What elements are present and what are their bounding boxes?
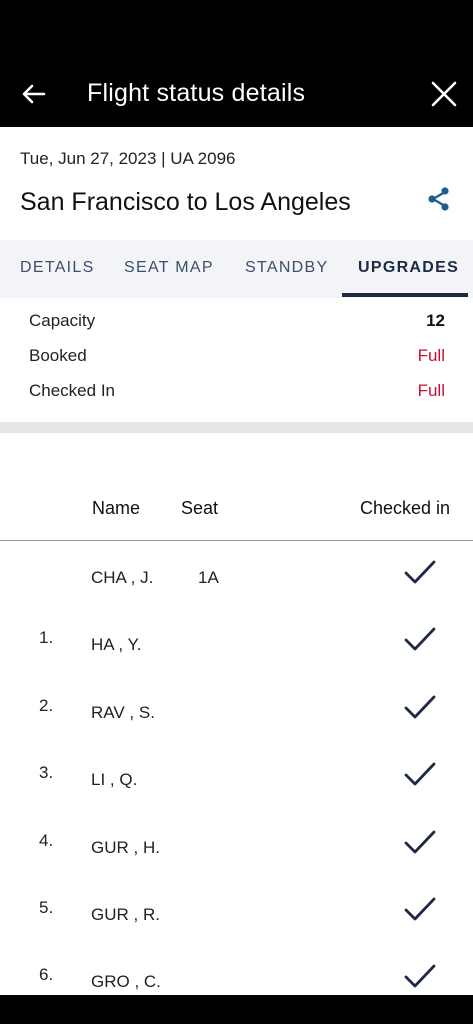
tab-standby[interactable]: STANDBY xyxy=(245,259,328,277)
column-header-seat: Seat xyxy=(181,498,219,518)
passenger-name: GUR , H. xyxy=(91,838,160,857)
passenger-name: CHA , J. xyxy=(91,568,154,587)
checked-in-label: Checked In xyxy=(29,381,115,400)
section-divider xyxy=(0,422,473,433)
checkmark-icon xyxy=(404,762,436,786)
checkmark-icon xyxy=(404,627,436,651)
booked-value: Full xyxy=(417,346,445,365)
status-bar xyxy=(0,0,473,62)
tab-upgrades[interactable]: UPGRADES xyxy=(358,259,459,277)
tab-bar: DETAILS SEAT MAP STANDBY UPGRADES xyxy=(0,240,473,298)
row-index: 6. xyxy=(39,965,54,984)
tab-seat-map[interactable]: SEAT MAP xyxy=(124,259,214,277)
capacity-label: Capacity xyxy=(29,311,96,330)
passenger-seat: 1A xyxy=(198,568,219,587)
checkmark-icon xyxy=(404,695,436,719)
row-index: 2. xyxy=(39,696,54,715)
active-tab-indicator xyxy=(342,293,468,297)
passenger-name: RAV , S. xyxy=(91,703,155,722)
checkmark-icon xyxy=(404,830,436,854)
share-icon[interactable] xyxy=(425,185,453,213)
checked-in-row: Checked In Full xyxy=(29,381,445,401)
passenger-name: LI , Q. xyxy=(91,770,138,789)
table-row: 5. GUR , R. xyxy=(0,897,473,938)
flight-route: San Francisco to Los Angeles xyxy=(20,188,351,216)
system-nav-bar xyxy=(0,995,473,1024)
passenger-name: HA , Y. xyxy=(91,635,142,654)
booked-row: Booked Full xyxy=(29,346,445,366)
table-row: 2. RAV , S. xyxy=(0,695,473,736)
table-header-divider xyxy=(0,540,473,541)
row-index: 4. xyxy=(39,831,54,850)
close-icon[interactable] xyxy=(427,77,461,111)
checkmark-icon xyxy=(404,897,436,921)
passenger-name: GUR , R. xyxy=(91,905,160,924)
flight-date-number: Tue, Jun 27, 2023 | UA 2096 xyxy=(20,149,236,168)
table-row: 4. GUR , H. xyxy=(0,830,473,871)
checkmark-icon xyxy=(404,560,436,584)
table-row: 3. LI , Q. xyxy=(0,762,473,803)
capacity-value: 12 xyxy=(426,311,445,330)
passenger-name: GRO , C. xyxy=(91,972,161,991)
column-header-name: Name xyxy=(92,498,141,518)
row-index: 1. xyxy=(39,628,54,647)
page-title: Flight status details xyxy=(87,79,306,107)
back-arrow-icon[interactable] xyxy=(18,78,50,110)
tab-details[interactable]: DETAILS xyxy=(20,259,95,277)
checked-in-value: Full xyxy=(417,381,445,400)
capacity-row: Capacity 12 xyxy=(29,311,445,331)
app-header: Flight status details xyxy=(0,62,473,127)
table-row: 1. HA , Y. xyxy=(0,627,473,668)
booked-label: Booked xyxy=(29,346,87,365)
row-index: 3. xyxy=(39,763,54,782)
column-header-checked-in: Checked in xyxy=(360,498,451,518)
table-row: CHA , J. 1A xyxy=(0,560,473,601)
checkmark-icon xyxy=(404,964,436,988)
row-index: 5. xyxy=(39,898,54,917)
